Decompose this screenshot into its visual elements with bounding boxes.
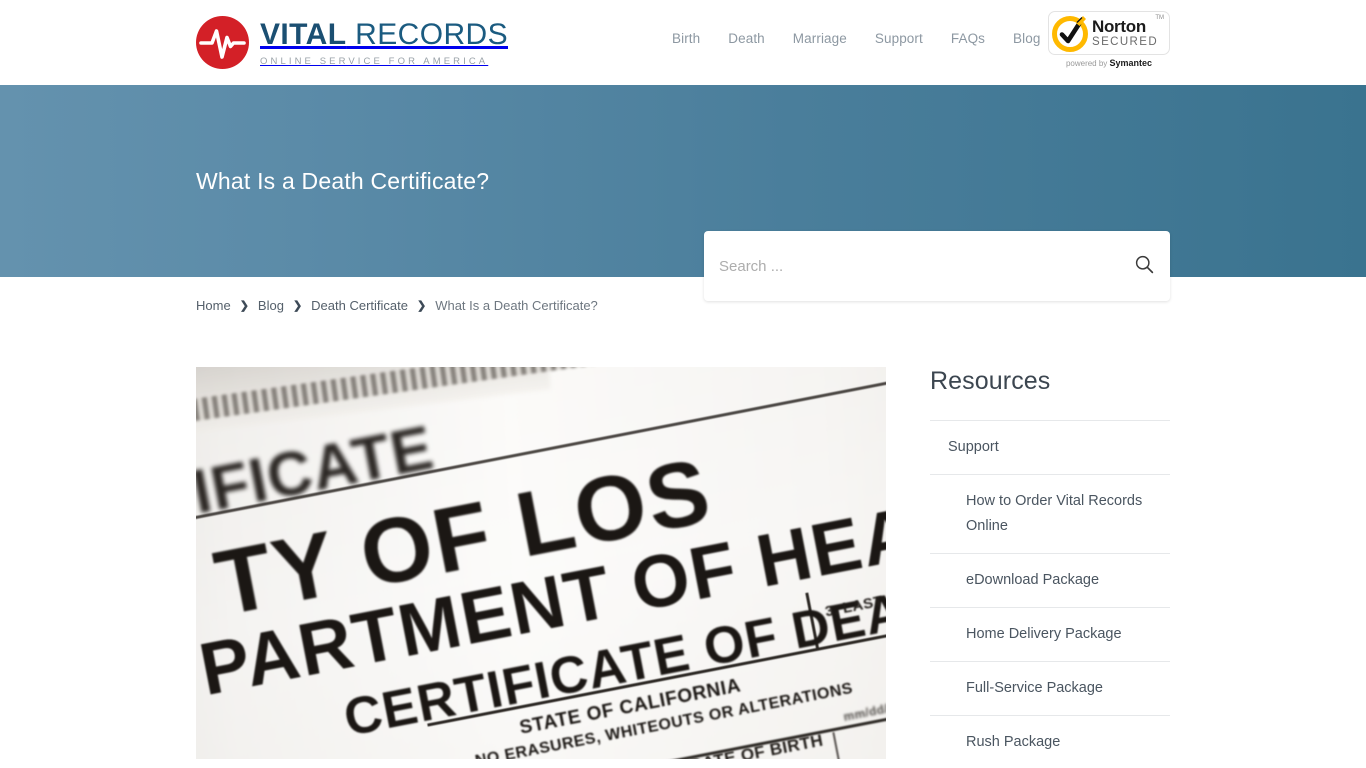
sidebar-title: Resources [930, 367, 1051, 395]
site-header: VITAL RECORDS ONLINE SERVICE FOR AMERICA… [0, 0, 1366, 85]
sidebar-item-edownload-package[interactable]: eDownload Package [930, 552, 1170, 607]
site-logo[interactable]: VITAL RECORDS ONLINE SERVICE FOR AMERICA [196, 16, 508, 69]
sidebar-item-how-to-order[interactable]: How to Order Vital Records Online [930, 473, 1170, 553]
chevron-right-icon: ❯ [416, 300, 427, 312]
brand-name: VITAL RECORDS [260, 20, 508, 50]
norton-secured-badge[interactable]: Norton SECURED TM powered by Symantec [1048, 11, 1170, 71]
search-box[interactable] [704, 231, 1170, 301]
norton-status-text: SECURED [1092, 35, 1159, 48]
page-title: What Is a Death Certificate? [196, 167, 490, 194]
nav-item-blog[interactable]: Blog [1013, 31, 1040, 46]
sidebar-item-full-service-package[interactable]: Full-Service Package [930, 660, 1170, 715]
chevron-right-icon: ❯ [292, 300, 303, 312]
featured-image-death-certificate: RTIFICATE TY OF LOS PARTMENT OF HEALTH C… [196, 367, 886, 759]
norton-brand-text: Norton [1092, 16, 1146, 36]
heartbeat-pulse-icon [196, 16, 249, 69]
article-body: RTIFICATE TY OF LOS PARTMENT OF HEALTH C… [196, 367, 886, 759]
breadcrumb-item-blog[interactable]: Blog [258, 298, 284, 313]
powered-by-label: powered by [1065, 59, 1110, 68]
breadcrumb-item-death-certificate[interactable]: Death Certificate [311, 298, 408, 313]
certificate-field-4: 4. DATE OF BIRTH [668, 730, 825, 759]
trademark-symbol: TM [1155, 15, 1164, 21]
norton-badge-body: Norton SECURED TM [1048, 11, 1170, 55]
search-input[interactable] [704, 257, 1118, 275]
nav-item-faqs[interactable]: FAQs [951, 31, 985, 46]
nav-item-death[interactable]: Death [728, 31, 765, 46]
nav-item-birth[interactable]: Birth [672, 31, 700, 46]
checkmark-shield-icon [1052, 13, 1090, 53]
chevron-right-icon: ❯ [239, 300, 249, 312]
nav-item-marriage[interactable]: Marriage [793, 31, 847, 46]
form-rule [832, 732, 854, 759]
nav-item-support[interactable]: Support [875, 31, 923, 46]
breadcrumb-item-current: What Is a Death Certificate? [435, 298, 598, 313]
hero-banner: What Is a Death Certificate? [0, 85, 1366, 301]
norton-powered-by: powered by Symantec [1066, 58, 1152, 68]
symantec-brand: Symantec [1109, 58, 1153, 68]
breadcrumb-item-home[interactable]: Home [196, 298, 231, 313]
brand-tagline: ONLINE SERVICE FOR AMERICA [260, 56, 489, 67]
sidebar-item-support[interactable]: Support [930, 420, 1170, 474]
brand-name-bold: VITAL [260, 18, 347, 51]
certificate-photo-surface: RTIFICATE TY OF LOS PARTMENT OF HEALTH C… [196, 367, 886, 759]
main-navigation: Birth Death Marriage Support FAQs Blog [672, 31, 1040, 46]
norton-wordmark: Norton SECURED [1090, 18, 1158, 49]
sidebar-item-rush-package[interactable]: Rush Package [930, 714, 1170, 768]
brand-text: VITAL RECORDS ONLINE SERVICE FOR AMERICA [260, 18, 508, 68]
page-content: RTIFICATE TY OF LOS PARTMENT OF HEALTH C… [0, 367, 1366, 768]
search-submit-button[interactable] [1118, 231, 1170, 301]
search-icon [1134, 254, 1155, 278]
brand-name-light: RECORDS [346, 18, 508, 51]
resources-sidebar: Resources Support How to Order Vital Rec… [930, 367, 1170, 768]
sidebar-item-home-delivery-package[interactable]: Home Delivery Package [930, 606, 1170, 661]
